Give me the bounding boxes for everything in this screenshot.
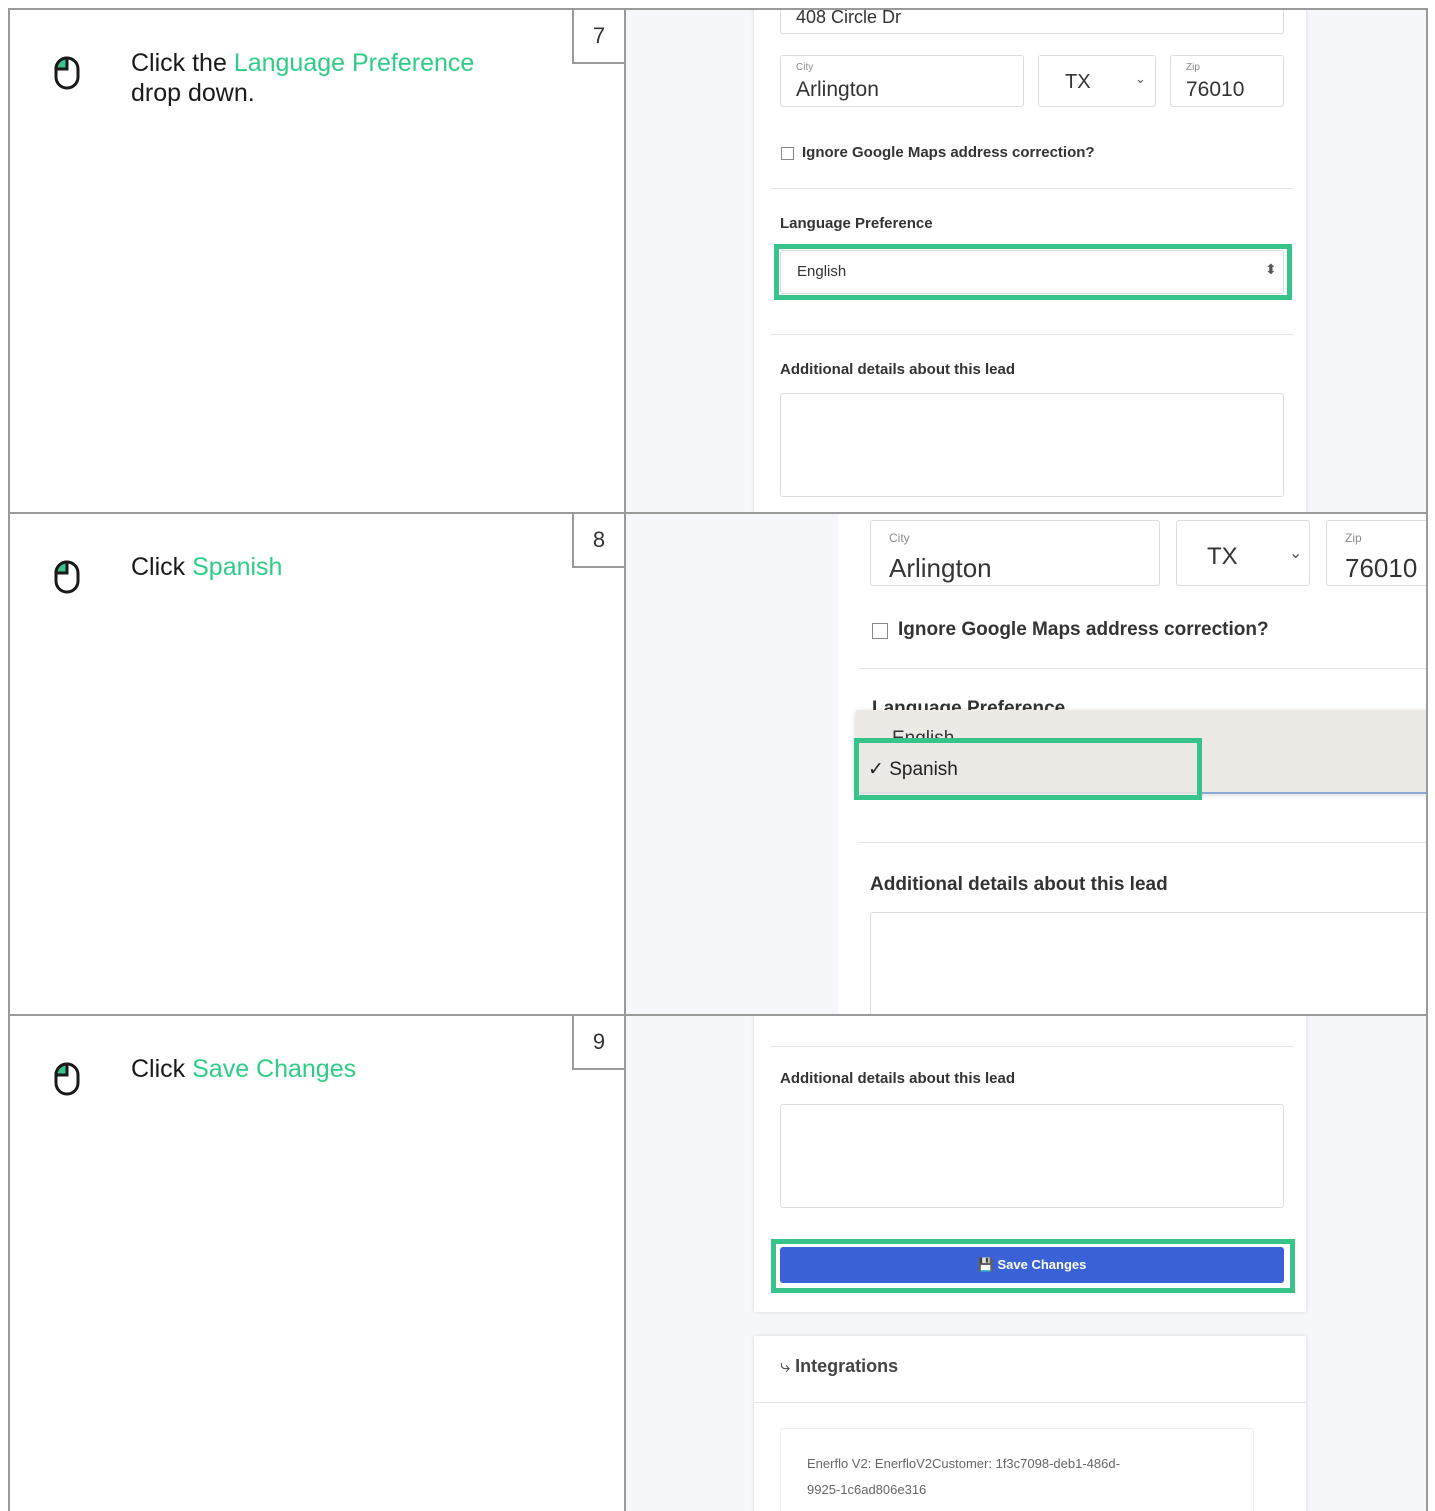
step-instruction-cell: Click Save Changes 9 bbox=[8, 1016, 624, 1511]
step-row-7: Click the Language Preference drop down.… bbox=[8, 8, 1428, 512]
instruction-text: Click bbox=[131, 553, 193, 581]
ignore-maps-label: Ignore Google Maps address correction? bbox=[802, 144, 1095, 161]
integration-text: Enerflo V2: EnerfloV2Customer: 1f3c7098-… bbox=[807, 1451, 1120, 1503]
zip-value: 76010 bbox=[1345, 553, 1418, 583]
steps-table: Click the Language Preference drop down.… bbox=[8, 8, 1428, 1511]
zip-value: 76010 bbox=[1186, 78, 1245, 101]
lead-form-card: 408 Circle Dr City Arlington TX ⌄ Zip 76… bbox=[754, 10, 1306, 512]
divider bbox=[858, 668, 1426, 669]
instruction-text-suffix: drop down. bbox=[131, 79, 255, 107]
select-focus-line bbox=[1198, 792, 1426, 794]
city-label: City bbox=[796, 62, 814, 73]
state-value: TX bbox=[1207, 543, 1238, 570]
instruction-highlight: Save Changes bbox=[192, 1055, 357, 1083]
ignore-maps-checkbox[interactable] bbox=[872, 623, 888, 639]
instruction-text: Click bbox=[131, 1055, 193, 1083]
details-label: Additional details about this lead bbox=[870, 874, 1168, 895]
address-field[interactable]: 408 Circle Dr bbox=[780, 10, 1284, 34]
ignore-maps-label: Ignore Google Maps address correction? bbox=[898, 619, 1269, 640]
mouse-click-icon bbox=[54, 56, 80, 90]
instruction-highlight: Language Preference bbox=[233, 49, 475, 77]
step-instruction-cell: Click Spanish 8 bbox=[8, 514, 624, 1015]
integrations-header: ⤷ Integrations bbox=[780, 1356, 898, 1377]
step-number: 7 bbox=[572, 10, 624, 64]
language-label: Language Preference bbox=[872, 698, 1066, 710]
step-screenshot: City Arlington TX ⌄ Zip 76010 Ignore Goo… bbox=[626, 514, 1426, 1015]
mouse-click-icon bbox=[54, 560, 80, 594]
page-background bbox=[626, 514, 838, 1015]
step-instruction: Click Save Changes bbox=[131, 1054, 531, 1084]
plug-icon: ⤷ bbox=[780, 1356, 791, 1376]
city-value: Arlington bbox=[796, 78, 879, 101]
details-textarea[interactable] bbox=[780, 393, 1284, 497]
state-select[interactable]: TX ⌄ bbox=[1176, 520, 1310, 586]
ignore-maps-checkbox[interactable] bbox=[781, 147, 794, 160]
divider bbox=[754, 1402, 1306, 1403]
state-select[interactable]: TX ⌄ bbox=[1038, 55, 1156, 107]
lead-form-card: Additional details about this lead 💾 Sav… bbox=[754, 1016, 1306, 1312]
divider bbox=[770, 1046, 1294, 1047]
divider bbox=[770, 334, 1294, 335]
highlight-box bbox=[774, 244, 1292, 300]
details-label: Additional details about this lead bbox=[780, 361, 1016, 378]
details-textarea[interactable] bbox=[870, 912, 1426, 1015]
city-field[interactable]: City Arlington bbox=[870, 520, 1160, 586]
zip-label: Zip bbox=[1345, 531, 1362, 545]
language-label: Language Preference bbox=[780, 215, 933, 232]
integration-line: 9925-1c6ad806e316 bbox=[807, 1482, 927, 1497]
city-label: City bbox=[889, 531, 910, 545]
city-field[interactable]: City Arlington bbox=[780, 55, 1024, 107]
integrations-card: ⤷ Integrations Enerflo V2: EnerfloV2Cust… bbox=[754, 1336, 1306, 1511]
step-screenshot: Additional details about this lead 💾 Sav… bbox=[626, 1016, 1426, 1511]
zip-field[interactable]: Zip 76010 bbox=[1326, 520, 1426, 586]
step-row-9: Click Save Changes 9 Additional details … bbox=[8, 1014, 1428, 1511]
step-number: 8 bbox=[572, 514, 624, 568]
zip-field[interactable]: Zip 76010 bbox=[1170, 55, 1284, 107]
divider bbox=[770, 188, 1294, 189]
step-number: 9 bbox=[572, 1016, 624, 1070]
mouse-click-icon bbox=[54, 1062, 80, 1096]
chevron-down-icon: ⌄ bbox=[1289, 545, 1303, 562]
details-textarea[interactable] bbox=[780, 1104, 1284, 1208]
step-screenshot: 408 Circle Dr City Arlington TX ⌄ Zip 76… bbox=[626, 10, 1426, 512]
integration-line: Enerflo V2: EnerfloV2Customer: 1f3c7098-… bbox=[807, 1456, 1120, 1471]
step-row-8: Click Spanish 8 City Arlington TX ⌄ Zip … bbox=[8, 512, 1428, 1015]
address-value: 408 Circle Dr bbox=[796, 10, 902, 27]
step-instruction-cell: Click the Language Preference drop down.… bbox=[8, 10, 624, 512]
divider bbox=[858, 842, 1426, 843]
integrations-title: Integrations bbox=[795, 1356, 899, 1376]
highlight-box bbox=[771, 1239, 1295, 1293]
step-instruction: Click Spanish bbox=[131, 552, 531, 582]
details-label: Additional details about this lead bbox=[780, 1070, 1016, 1087]
highlight-box bbox=[854, 738, 1202, 800]
instruction-text: Click the bbox=[131, 49, 234, 77]
zip-label: Zip bbox=[1186, 62, 1200, 73]
city-value: Arlington bbox=[889, 553, 992, 583]
instruction-highlight: Spanish bbox=[192, 553, 283, 581]
step-instruction: Click the Language Preference drop down. bbox=[131, 48, 531, 108]
state-value: TX bbox=[1065, 71, 1091, 93]
integration-item: Enerflo V2: EnerfloV2Customer: 1f3c7098-… bbox=[780, 1428, 1254, 1511]
chevron-down-icon: ⌄ bbox=[1135, 71, 1146, 86]
